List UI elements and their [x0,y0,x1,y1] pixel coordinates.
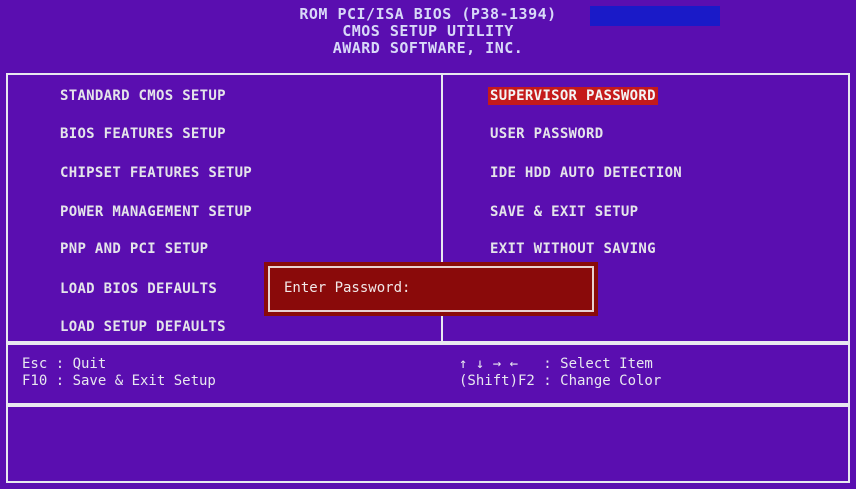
menu-item-save-and-exit-setup[interactable]: SAVE & EXIT SETUP [490,203,638,221]
password-input[interactable]: Enter Password: [284,280,410,296]
bios-version: ROM PCI/ISA BIOS (P38-1394) [299,5,557,23]
menu-item-load-bios-defaults[interactable]: LOAD BIOS DEFAULTS [60,280,217,298]
bios-screen: ROM PCI/ISA BIOS (P38-1394) CMOS SETUP U… [0,0,856,489]
status-panel [6,405,850,483]
menu-item-pnp-and-pci-setup[interactable]: PNP AND PCI SETUP [60,240,208,258]
menu-item-standard-cmos-setup[interactable]: STANDARD CMOS SETUP [60,87,226,105]
menu-item-load-setup-defaults[interactable]: LOAD SETUP DEFAULTS [60,318,226,336]
menu-item-exit-without-saving[interactable]: EXIT WITHOUT SAVING [490,240,656,258]
bios-header: ROM PCI/ISA BIOS (P38-1394) CMOS SETUP U… [0,0,856,70]
menu-item-supervisor-password[interactable]: SUPERVISOR PASSWORD [488,87,658,105]
utility-title: CMOS SETUP UTILITY [342,22,514,40]
menu-item-power-management-setup[interactable]: POWER MANAGEMENT SETUP [60,203,252,221]
menu-item-ide-hdd-auto-detection[interactable]: IDE HDD AUTO DETECTION [490,164,682,182]
help-f10-save-exit: F10 : Save & Exit Setup [22,373,216,389]
help-esc-quit: Esc : Quit [22,356,107,372]
menu-item-user-password[interactable]: USER PASSWORD [490,125,603,143]
help-select-item: ↑ ↓ → ← : Select Item [459,356,653,372]
vendor-name: AWARD SOFTWARE, INC. [332,39,524,57]
menu-item-chipset-features-setup[interactable]: CHIPSET FEATURES SETUP [60,164,252,182]
menu-item-bios-features-setup[interactable]: BIOS FEATURES SETUP [60,125,226,143]
help-change-color: (Shift)F2 : Change Color [459,373,662,389]
password-dialog: Enter Password: [264,262,598,316]
